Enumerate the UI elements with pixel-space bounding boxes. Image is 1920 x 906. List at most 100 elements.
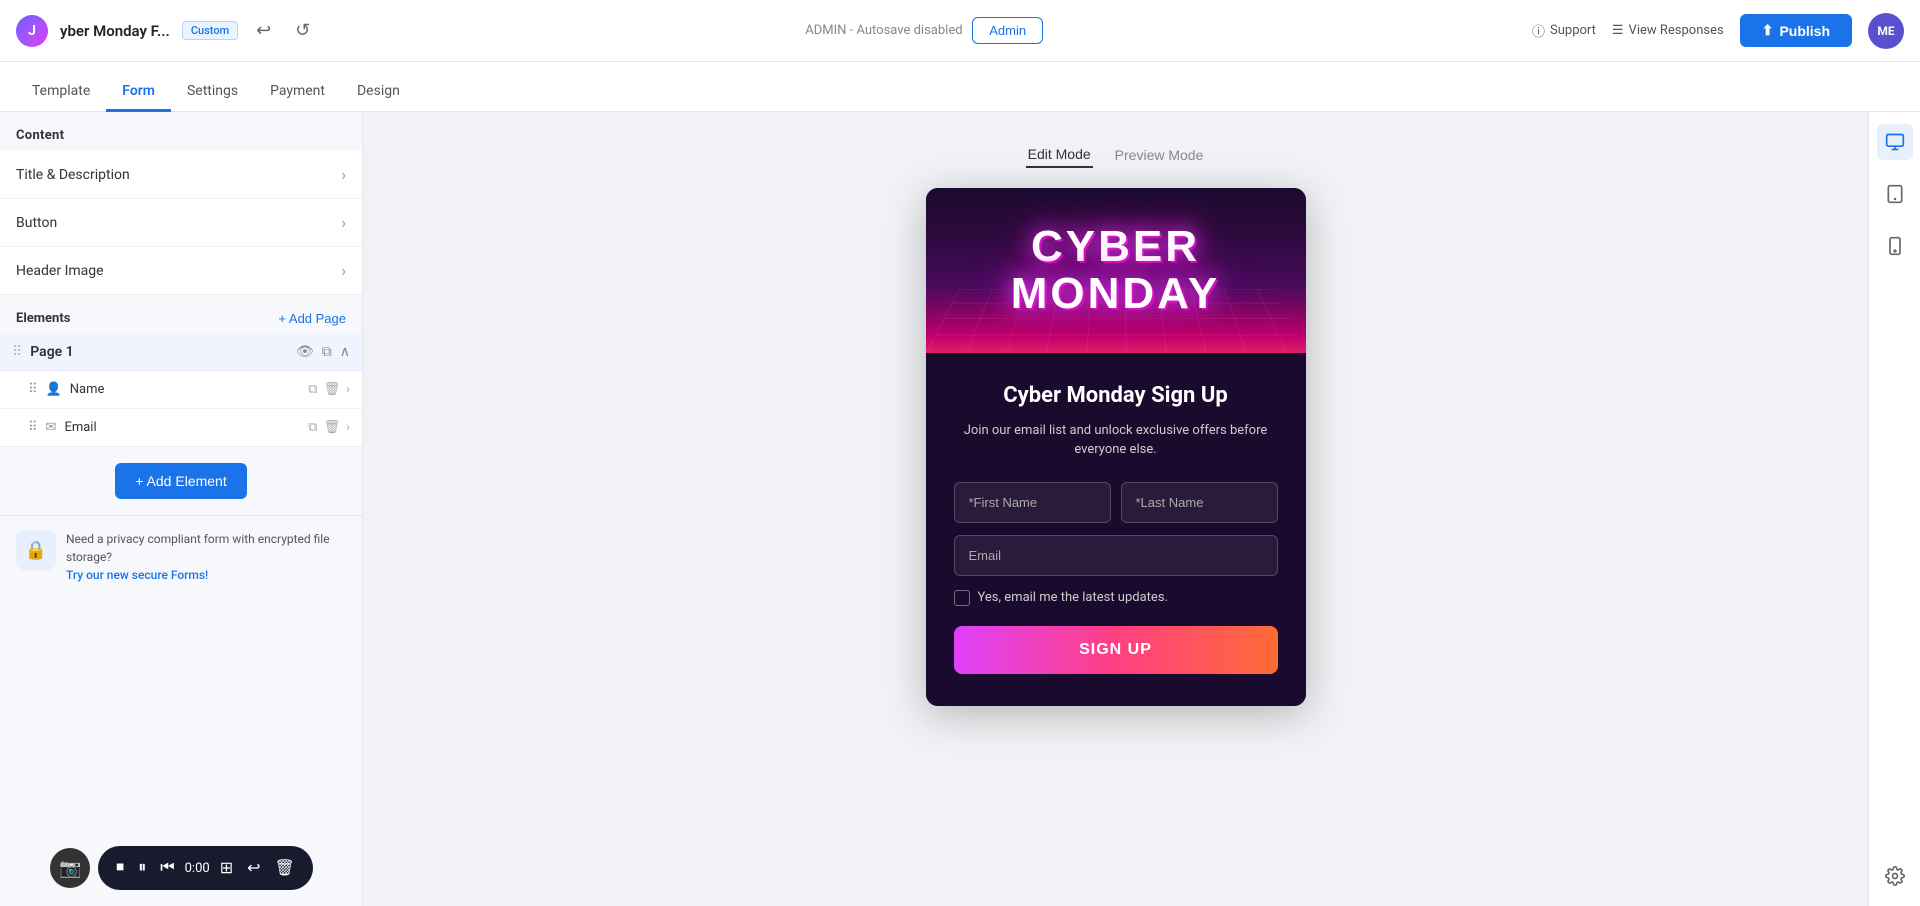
drag-handle-icon[interactable]: ⠿	[28, 382, 38, 397]
collapse-icon[interactable]: ∧	[340, 344, 350, 360]
page-row-left: ⠿ Page 1	[12, 344, 74, 360]
redo-button[interactable]: ↺	[289, 16, 316, 45]
pause-button[interactable]: ⏸	[134, 855, 150, 881]
copy-icon[interactable]: ⧉	[322, 344, 332, 360]
custom-badge: Custom	[182, 21, 238, 40]
privacy-icon-box: 🔒	[16, 530, 56, 570]
publish-button[interactable]: ⬆ Publish	[1740, 14, 1852, 47]
preview-mode-button[interactable]: Preview Mode	[1113, 143, 1206, 167]
tab-settings[interactable]: Settings	[171, 73, 254, 112]
name-field-row[interactable]: ⠿ 👤 Name ⧉ 🗑 ›	[0, 371, 362, 409]
privacy-notice: 🔒 Need a privacy compliant form with enc…	[0, 515, 362, 598]
expand-field-icon[interactable]: ›	[346, 382, 350, 397]
delete-field-icon[interactable]: 🗑	[324, 382, 341, 397]
email-row	[954, 535, 1278, 576]
mobile-view-icon[interactable]	[1877, 228, 1913, 264]
avatar[interactable]: ME	[1868, 13, 1904, 49]
last-name-input[interactable]	[1121, 482, 1278, 523]
stop-button[interactable]: ⏹	[112, 855, 128, 881]
delete-field-icon[interactable]: 🗑	[324, 420, 341, 435]
topbar: J yber Monday F... Custom ↩ ↺ ADMIN - Au…	[0, 0, 1920, 62]
elements-title: Elements	[16, 311, 70, 326]
content-header: Content	[0, 112, 362, 151]
field-row-left: ⠿ ✉ Email	[28, 420, 97, 435]
checkbox-label: Yes, email me the latest updates.	[978, 590, 1168, 605]
lock-icon: 🔒	[25, 540, 47, 561]
copy-field-icon[interactable]: ⧉	[308, 382, 317, 397]
delete-toolbar-button[interactable]: 🗑	[271, 854, 299, 882]
form-preview-title: Cyber Monday Sign Up	[954, 381, 1278, 411]
mode-toggle: Edit Mode Preview Mode	[1026, 142, 1206, 168]
tab-form[interactable]: Form	[106, 73, 171, 112]
settings-view-icon[interactable]	[1877, 858, 1913, 894]
first-name-input[interactable]	[954, 482, 1111, 523]
email-field-row[interactable]: ⠿ ✉ Email ⧉ 🗑 ›	[0, 409, 362, 447]
page-1-name: Page 1	[30, 344, 73, 360]
form-header-banner: CYBER MONDAY	[926, 188, 1306, 353]
list-icon: ☰	[1612, 23, 1624, 38]
expand-field-icon[interactable]: ›	[346, 420, 350, 435]
desktop-view-icon[interactable]	[1877, 124, 1913, 160]
support-link[interactable]: ⓘ Support	[1532, 21, 1596, 40]
tablet-view-icon[interactable]	[1877, 176, 1913, 212]
grid-icon[interactable]: ⊞	[216, 854, 237, 882]
add-page-button[interactable]: + Add Page	[278, 311, 346, 326]
page-1-row: ⠿ Page 1 👁 ⧉ ∧	[0, 334, 362, 371]
drag-handle-icon[interactable]: ⠿	[12, 344, 22, 360]
rewind-button[interactable]: ⏮	[156, 855, 178, 881]
publish-icon: ⬆	[1762, 22, 1774, 39]
undo-toolbar-button[interactable]: ↩	[243, 854, 264, 882]
page-row-actions: 👁 ⧉ ∧	[296, 344, 350, 360]
button-item[interactable]: Button ›	[0, 199, 362, 247]
person-icon: 👤	[46, 382, 62, 397]
copy-field-icon[interactable]: ⧉	[308, 420, 317, 435]
chevron-right-icon: ›	[341, 261, 346, 280]
tab-design[interactable]: Design	[341, 73, 416, 112]
form-title: yber Monday F...	[60, 22, 170, 40]
eye-icon[interactable]: 👁	[296, 344, 314, 360]
signup-button[interactable]: Sign Up	[954, 626, 1278, 674]
video-button[interactable]: 📷	[50, 848, 90, 888]
add-element-button[interactable]: + Add Element	[115, 463, 246, 499]
topbar-right: ⓘ Support ☰ View Responses ⬆ Publish ME	[1532, 13, 1904, 49]
right-panel	[1868, 112, 1920, 906]
title-description-label: Title & Description	[16, 167, 130, 183]
playback-controls: ⏹ ⏸ ⏮ 0:00 ⊞ ↩ 🗑	[98, 846, 313, 890]
title-description-item[interactable]: Title & Description ›	[0, 151, 362, 199]
admin-button[interactable]: Admin	[972, 17, 1043, 44]
center-canvas: Edit Mode Preview Mode CYBER MONDAY Cybe…	[363, 112, 1868, 906]
secure-forms-link[interactable]: Try our new secure Forms!	[66, 568, 208, 582]
cyber-monday-text: CYBER MONDAY	[1011, 224, 1221, 316]
elements-header: Elements + Add Page	[0, 295, 362, 334]
tab-template[interactable]: Template	[16, 73, 106, 112]
form-body: Cyber Monday Sign Up Join our email list…	[926, 353, 1306, 706]
undo-button[interactable]: ↩	[250, 16, 277, 45]
support-icon: ⓘ	[1532, 21, 1545, 40]
name-field-label: Name	[70, 382, 105, 397]
form-preview-subtitle: Join our email list and unlock exclusive…	[954, 421, 1278, 460]
left-panel: Content Title & Description › Button › H…	[0, 112, 363, 906]
email-updates-checkbox[interactable]	[954, 590, 970, 606]
video-icon: 📷	[59, 858, 81, 879]
email-icon: ✉	[46, 420, 57, 435]
form-preview: CYBER MONDAY Cyber Monday Sign Up Join o…	[926, 188, 1306, 706]
edit-mode-button[interactable]: Edit Mode	[1026, 142, 1093, 168]
email-field-label: Email	[64, 420, 96, 435]
header-image-item[interactable]: Header Image ›	[0, 247, 362, 295]
tab-payment[interactable]: Payment	[254, 73, 341, 112]
tab-bar: Template Form Settings Payment Design	[0, 62, 1920, 112]
field-row-left: ⠿ 👤 Name	[28, 382, 104, 397]
privacy-text: Need a privacy compliant form with encry…	[66, 530, 346, 584]
chevron-right-icon: ›	[341, 213, 346, 232]
autosave-status: ADMIN - Autosave disabled Admin	[328, 17, 1520, 44]
name-row	[954, 482, 1278, 523]
drag-handle-icon[interactable]: ⠿	[28, 420, 38, 435]
field-row-actions: ⧉ 🗑 ›	[308, 420, 350, 435]
bottom-toolbar: 📷 ⏹ ⏸ ⏮ 0:00 ⊞ ↩ 🗑	[0, 846, 363, 890]
view-responses-link[interactable]: ☰ View Responses	[1612, 23, 1724, 38]
chevron-right-icon: ›	[341, 165, 346, 184]
field-row-actions: ⧉ 🗑 ›	[308, 382, 350, 397]
button-label: Button	[16, 215, 57, 231]
main-layout: Content Title & Description › Button › H…	[0, 112, 1920, 906]
email-input[interactable]	[954, 535, 1278, 576]
